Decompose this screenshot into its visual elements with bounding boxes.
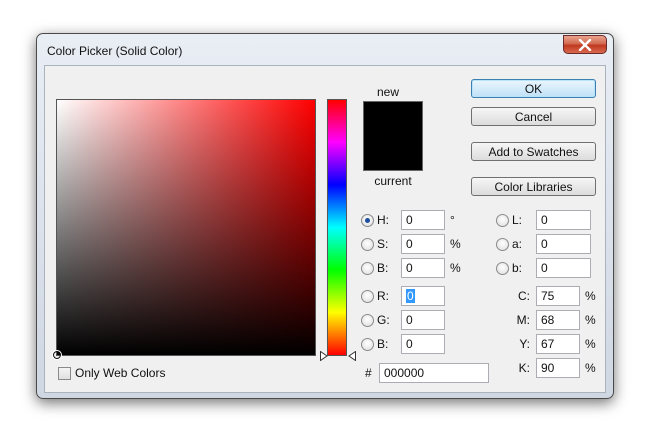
new-color-label: new bbox=[376, 85, 399, 99]
red-field[interactable]: 0 bbox=[401, 286, 445, 306]
lab-a-field[interactable]: 0 bbox=[536, 234, 591, 254]
lab-b-radio[interactable] bbox=[496, 261, 509, 275]
hue-field[interactable]: 0 bbox=[401, 210, 445, 230]
black-field[interactable]: 90 bbox=[536, 358, 580, 378]
magenta-field[interactable]: 68 bbox=[536, 310, 580, 330]
red-label: R: bbox=[377, 289, 389, 303]
cyan-field[interactable]: 75 bbox=[536, 286, 580, 306]
saturation-field[interactable]: 0 bbox=[401, 234, 445, 254]
add-to-swatches-button[interactable]: Add to Swatches bbox=[471, 142, 596, 161]
black-label: K: bbox=[518, 361, 530, 375]
hue-radio[interactable] bbox=[361, 213, 374, 227]
hsb-row-hue: H: 0 ° bbox=[361, 210, 464, 230]
saturation-unit: % bbox=[450, 237, 461, 251]
ok-button[interactable]: OK bbox=[471, 79, 596, 98]
saturation-label: S: bbox=[377, 237, 389, 251]
rgb-row-green: G: 0 bbox=[361, 310, 445, 330]
brightness-label: B: bbox=[377, 261, 389, 275]
red-radio[interactable] bbox=[361, 289, 374, 303]
only-web-colors[interactable]: Only Web Colors bbox=[58, 363, 165, 383]
dialog-body: new current OK Cancel Add to Swatches Co… bbox=[44, 65, 606, 393]
lab-l-radio[interactable] bbox=[496, 213, 509, 227]
color-picker-dialog: Color Picker (Solid Color) new current O… bbox=[36, 33, 614, 399]
lab-a-radio[interactable] bbox=[496, 237, 509, 251]
brightness-unit: % bbox=[450, 261, 461, 275]
green-radio[interactable] bbox=[361, 313, 374, 327]
lab-l-field[interactable]: 0 bbox=[536, 210, 591, 230]
lab-row-l: L: 0 bbox=[496, 210, 591, 230]
lab-row-a: a: 0 bbox=[496, 234, 591, 254]
brightness-radio[interactable] bbox=[361, 261, 374, 275]
blue-radio[interactable] bbox=[361, 337, 374, 351]
hex-prefix: # bbox=[365, 366, 372, 380]
saturation-radio[interactable] bbox=[361, 237, 374, 251]
cancel-button[interactable]: Cancel bbox=[471, 107, 596, 126]
hue-slider-left-arrow-icon[interactable] bbox=[320, 351, 328, 361]
hex-field[interactable]: 000000 bbox=[379, 363, 489, 383]
cyan-label: C: bbox=[518, 289, 530, 303]
lab-l-label: L: bbox=[512, 213, 523, 227]
hue-slider-right-arrow-icon[interactable] bbox=[348, 351, 356, 361]
color-field-marker[interactable] bbox=[52, 350, 62, 360]
hsb-row-saturation: S: 0 % bbox=[361, 234, 464, 254]
color-libraries-button[interactable]: Color Libraries bbox=[471, 177, 596, 196]
title-bar[interactable]: Color Picker (Solid Color) bbox=[37, 34, 613, 64]
hue-unit: ° bbox=[450, 213, 455, 227]
hue-slider[interactable] bbox=[327, 99, 347, 356]
cmyk-row-magenta: M: 68 % bbox=[508, 310, 599, 330]
lab-b-field[interactable]: 0 bbox=[536, 258, 591, 278]
only-web-colors-label: Only Web Colors bbox=[75, 366, 166, 380]
cmyk-row-black: K: 90 % bbox=[508, 358, 599, 378]
lab-row-b: b: 0 bbox=[496, 258, 591, 278]
magenta-label: M: bbox=[516, 313, 530, 327]
rgb-row-blue: B: 0 bbox=[361, 334, 445, 354]
lab-a-label: a: bbox=[512, 237, 523, 251]
hue-label: H: bbox=[377, 213, 389, 227]
hsb-row-brightness: B: 0 % bbox=[361, 258, 464, 278]
window-title: Color Picker (Solid Color) bbox=[47, 44, 183, 58]
red-field-selected-text: 0 bbox=[406, 289, 415, 303]
lab-b-label: b: bbox=[512, 261, 523, 275]
new-color-swatch bbox=[363, 101, 423, 171]
cyan-unit: % bbox=[585, 289, 596, 303]
current-color-label: current bbox=[374, 174, 412, 188]
cmyk-row-yellow: Y: 67 % bbox=[508, 334, 599, 354]
green-label: G: bbox=[377, 313, 390, 327]
close-icon bbox=[578, 38, 592, 51]
green-field[interactable]: 0 bbox=[401, 310, 445, 330]
rgb-row-red: R: 0 bbox=[361, 286, 445, 306]
hex-row: # 000000 bbox=[365, 363, 489, 383]
black-unit: % bbox=[585, 361, 596, 375]
cmyk-row-cyan: C: 75 % bbox=[508, 286, 599, 306]
saturation-brightness-field[interactable] bbox=[52, 99, 316, 360]
yellow-label: Y: bbox=[519, 337, 530, 351]
brightness-field[interactable]: 0 bbox=[401, 258, 445, 278]
blue-label: B: bbox=[377, 337, 389, 351]
blue-field[interactable]: 0 bbox=[401, 334, 445, 354]
yellow-field[interactable]: 67 bbox=[536, 334, 580, 354]
close-button[interactable] bbox=[563, 35, 607, 54]
yellow-unit: % bbox=[585, 337, 596, 351]
magenta-unit: % bbox=[585, 313, 596, 327]
only-web-colors-checkbox[interactable] bbox=[58, 366, 71, 380]
